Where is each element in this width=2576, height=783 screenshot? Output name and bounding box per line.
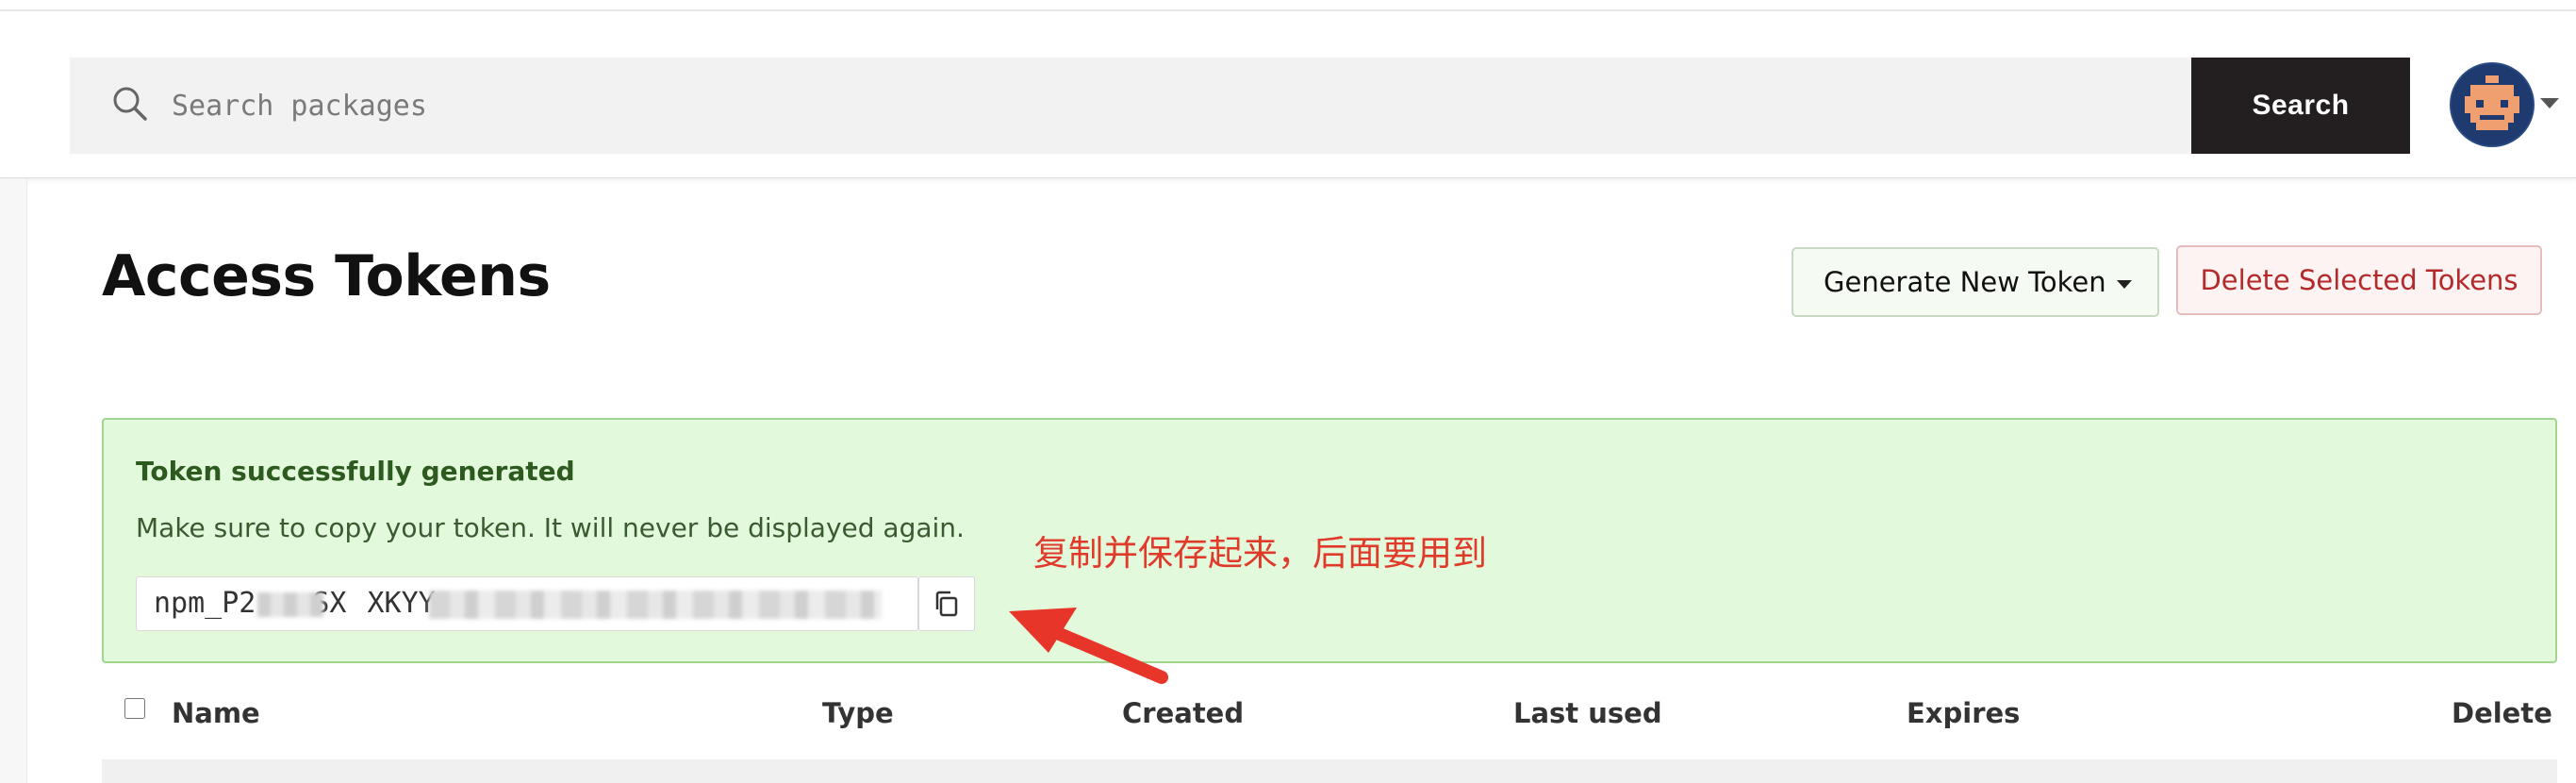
search-box[interactable] [70, 58, 2191, 154]
banner-message: Make sure to copy your token. It will ne… [136, 512, 965, 543]
table-header: Name Type Created Last used Expires Dele… [102, 687, 2557, 740]
token-field[interactable]: npm_P2 SX XKYY [136, 576, 918, 631]
left-gutter [0, 179, 27, 783]
column-header-created[interactable]: Created [1122, 687, 1244, 740]
table-row [102, 759, 2557, 783]
search-button[interactable]: Search [2191, 58, 2410, 154]
annotation-note: 复制并保存起来，后面要用到 [1033, 533, 1487, 574]
banner-title: Token successfully generated [136, 456, 575, 487]
column-header-expires[interactable]: Expires [1907, 687, 2020, 740]
user-avatar[interactable] [2450, 62, 2535, 147]
generate-new-token-label: Generate New Token [1824, 266, 2106, 298]
column-header-type[interactable]: Type [822, 687, 894, 740]
chevron-down-icon[interactable] [2540, 98, 2559, 108]
select-all-checkbox[interactable] [124, 698, 145, 719]
avatar-image [2452, 64, 2533, 145]
column-header-last-used[interactable]: Last used [1513, 687, 1662, 740]
copy-token-button[interactable] [918, 576, 975, 631]
delete-selected-tokens-button[interactable]: Delete Selected Tokens [2176, 245, 2542, 315]
column-header-name[interactable]: Name [172, 687, 260, 740]
page-title: Access Tokens [102, 243, 551, 309]
token-prefix: npm_P2 [154, 587, 256, 620]
token-redaction-blur [257, 592, 323, 617]
header: Search [0, 11, 2576, 178]
annotation-arrow [1009, 608, 1168, 684]
page: Search Access Tokens Generate New Token … [0, 0, 2576, 783]
token-redaction-blur [429, 591, 882, 619]
generate-new-token-button[interactable]: Generate New Token [1792, 247, 2159, 317]
token-tail: XKYY [367, 587, 436, 620]
search-input[interactable] [172, 58, 1869, 154]
column-header-delete[interactable]: Delete [2452, 687, 2552, 740]
chevron-down-icon [2117, 280, 2132, 289]
search-icon [113, 87, 147, 121]
copy-icon [935, 591, 958, 617]
